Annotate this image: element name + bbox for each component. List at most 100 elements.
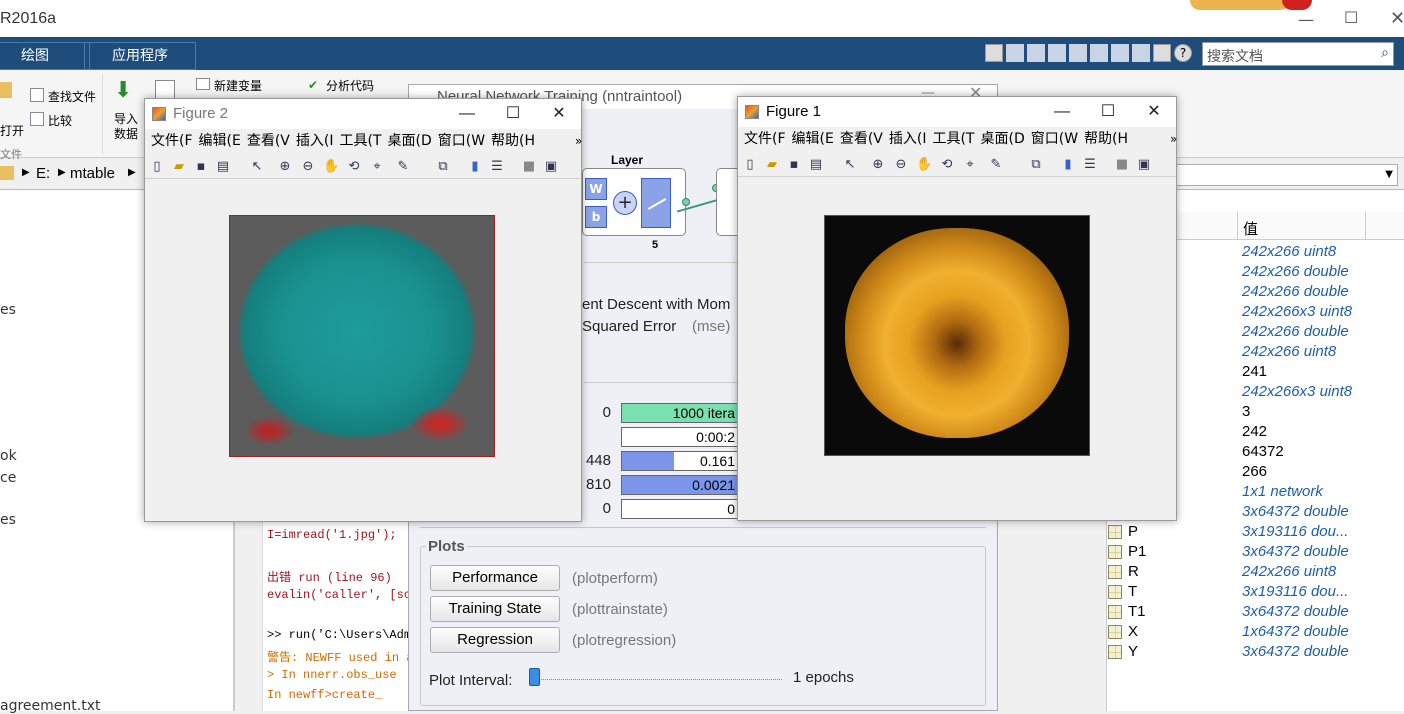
menu-edit[interactable]: 编辑(E — [199, 133, 241, 149]
workspace-row[interactable]: P1 3x64372 double — [1108, 542, 1404, 562]
workspace-row[interactable]: P 3x193116 dou... — [1108, 522, 1404, 542]
value-column-header[interactable]: 值 — [1243, 218, 1258, 239]
address-drive[interactable]: E: — [36, 165, 50, 182]
pointer-icon[interactable]: ↖ — [842, 157, 858, 173]
address-dropdown[interactable]: ▼ — [1176, 164, 1398, 186]
minimize-icon[interactable]: — — [1298, 10, 1314, 29]
hide-tools-icon[interactable]: ■ — [1114, 157, 1130, 173]
new-figure-icon[interactable]: ▯ — [149, 159, 165, 175]
workspace-row[interactable]: R 242x266 uint8 — [1108, 562, 1404, 582]
brush-icon[interactable]: ✎ — [988, 157, 1004, 173]
pointer-icon[interactable]: ↖ — [249, 159, 265, 175]
tab-plots[interactable]: 绘图 — [0, 42, 90, 70]
list-item[interactable]: ok — [0, 448, 17, 464]
redo-icon[interactable] — [1111, 44, 1129, 62]
list-item[interactable]: es — [0, 512, 16, 528]
rotate-icon[interactable]: ⟲ — [939, 157, 955, 173]
zoom-in-icon[interactable]: ⊕ — [277, 159, 293, 175]
help-dropdown-icon[interactable] — [1153, 44, 1171, 62]
open-label[interactable]: 打开 — [0, 122, 24, 139]
menu-desktop[interactable]: 桌面(D — [980, 131, 1024, 147]
minimize-icon[interactable]: — — [1048, 97, 1076, 127]
menu-view[interactable]: 查看(V — [247, 133, 290, 149]
colorbar-icon[interactable]: ▮ — [467, 159, 483, 175]
search-icon[interactable]: ⌕ — [1381, 45, 1389, 61]
switch-windows-icon[interactable] — [1132, 44, 1150, 62]
menu-tools[interactable]: 工具(T — [932, 131, 974, 147]
rotate-icon[interactable]: ⟲ — [346, 159, 362, 175]
link-plot-icon[interactable]: ⧉ — [435, 159, 451, 175]
cut-icon[interactable] — [1027, 44, 1045, 62]
data-label[interactable]: 数据 — [114, 125, 138, 142]
legend-icon[interactable]: ☰ — [489, 159, 505, 175]
performance-button[interactable]: Performance — [430, 565, 560, 591]
close-icon[interactable]: ✕ — [1390, 8, 1404, 29]
pan-icon[interactable]: ✋ — [323, 159, 339, 175]
layout-icon[interactable] — [985, 44, 1003, 62]
analyze-code-button[interactable]: 分析代码 — [326, 77, 374, 94]
zoom-in-icon[interactable]: ⊕ — [870, 157, 886, 173]
regression-button[interactable]: Regression — [430, 627, 560, 653]
menu-edit[interactable]: 编辑(E — [792, 131, 834, 147]
plot-interval-slider-thumb[interactable] — [529, 668, 540, 686]
tab-apps[interactable]: 应用程序 — [84, 42, 196, 70]
workspace-row[interactable]: T1 3x64372 double — [1108, 602, 1404, 622]
data-cursor-icon[interactable]: ⌖ — [962, 157, 978, 173]
workspace-icon[interactable] — [155, 80, 175, 100]
minimize-icon[interactable]: — — [453, 99, 481, 129]
link-plot-icon[interactable]: ⧉ — [1028, 157, 1044, 173]
print-icon[interactable]: ▤ — [215, 159, 231, 175]
command-line[interactable]: In newff>create_ — [267, 688, 382, 702]
save-icon[interactable]: ▪ — [193, 159, 209, 175]
hide-tools-icon[interactable]: ■ — [521, 159, 537, 175]
zoom-out-icon[interactable]: ⊖ — [300, 159, 316, 175]
data-cursor-icon[interactable]: ⌖ — [369, 159, 385, 175]
menu-view[interactable]: 查看(V — [840, 131, 883, 147]
menu-window[interactable]: 窗口(W — [1031, 131, 1078, 147]
menu-window[interactable]: 窗口(W — [438, 133, 485, 149]
overflow-icon[interactable]: » — [575, 129, 582, 153]
maximize-icon[interactable]: ☐ — [1094, 97, 1122, 127]
close-icon[interactable]: ✕ — [1140, 97, 1168, 127]
workspace-row[interactable]: Y 3x64372 double — [1108, 642, 1404, 662]
zoom-out-icon[interactable]: ⊖ — [893, 157, 909, 173]
command-line[interactable]: > In nnerr.obs_use — [267, 668, 397, 682]
show-tools-icon[interactable]: ▣ — [543, 159, 559, 175]
list-item[interactable]: agreement.txt — [0, 698, 100, 714]
menu-file[interactable]: 文件(F — [744, 131, 786, 147]
new-variable-button[interactable]: 新建变量 — [214, 77, 262, 94]
chevron-down-icon[interactable]: ▼ — [1385, 169, 1393, 180]
open-icon[interactable]: ▰ — [171, 159, 187, 175]
workspace-row[interactable]: X 1x64372 double — [1108, 622, 1404, 642]
menu-help[interactable]: 帮助(H — [491, 133, 535, 149]
list-item[interactable]: es — [0, 302, 16, 318]
paste-icon[interactable] — [1069, 44, 1087, 62]
copy-icon[interactable] — [1048, 44, 1066, 62]
compare-button[interactable]: 比较 — [48, 112, 72, 129]
maximize-icon[interactable]: ☐ — [1344, 8, 1358, 27]
list-item[interactable]: ce — [0, 470, 16, 486]
new-figure-icon[interactable]: ▯ — [742, 157, 758, 173]
menu-tools[interactable]: 工具(T — [339, 133, 381, 149]
menu-help[interactable]: 帮助(H — [1084, 131, 1128, 147]
import-icon[interactable]: ⬇ — [114, 78, 132, 103]
menu-file[interactable]: 文件(F — [151, 133, 193, 149]
overflow-icon[interactable]: » — [1170, 127, 1177, 151]
brush-icon[interactable]: ✎ — [395, 159, 411, 175]
maximize-icon[interactable]: ☐ — [499, 99, 527, 129]
search-documentation[interactable]: 搜索文档 ⌕ — [1202, 42, 1394, 66]
save-icon[interactable]: ▪ — [786, 157, 802, 173]
show-tools-icon[interactable]: ▣ — [1136, 157, 1152, 173]
menu-desktop[interactable]: 桌面(D — [387, 133, 431, 149]
open-icon[interactable]: ▰ — [764, 157, 780, 173]
menu-insert[interactable]: 插入(I — [889, 131, 927, 147]
save-icon[interactable] — [1006, 44, 1024, 62]
plot-interval-slider-track[interactable] — [534, 676, 782, 680]
legend-icon[interactable]: ☰ — [1082, 157, 1098, 173]
menu-insert[interactable]: 插入(I — [296, 133, 334, 149]
workspace-row[interactable]: T 3x193116 dou... — [1108, 582, 1404, 602]
find-files-button[interactable]: 查找文件 — [48, 88, 96, 105]
close-icon[interactable]: ✕ — [545, 99, 573, 129]
colorbar-icon[interactable]: ▮ — [1060, 157, 1076, 173]
open-folder-icon[interactable] — [0, 82, 12, 98]
